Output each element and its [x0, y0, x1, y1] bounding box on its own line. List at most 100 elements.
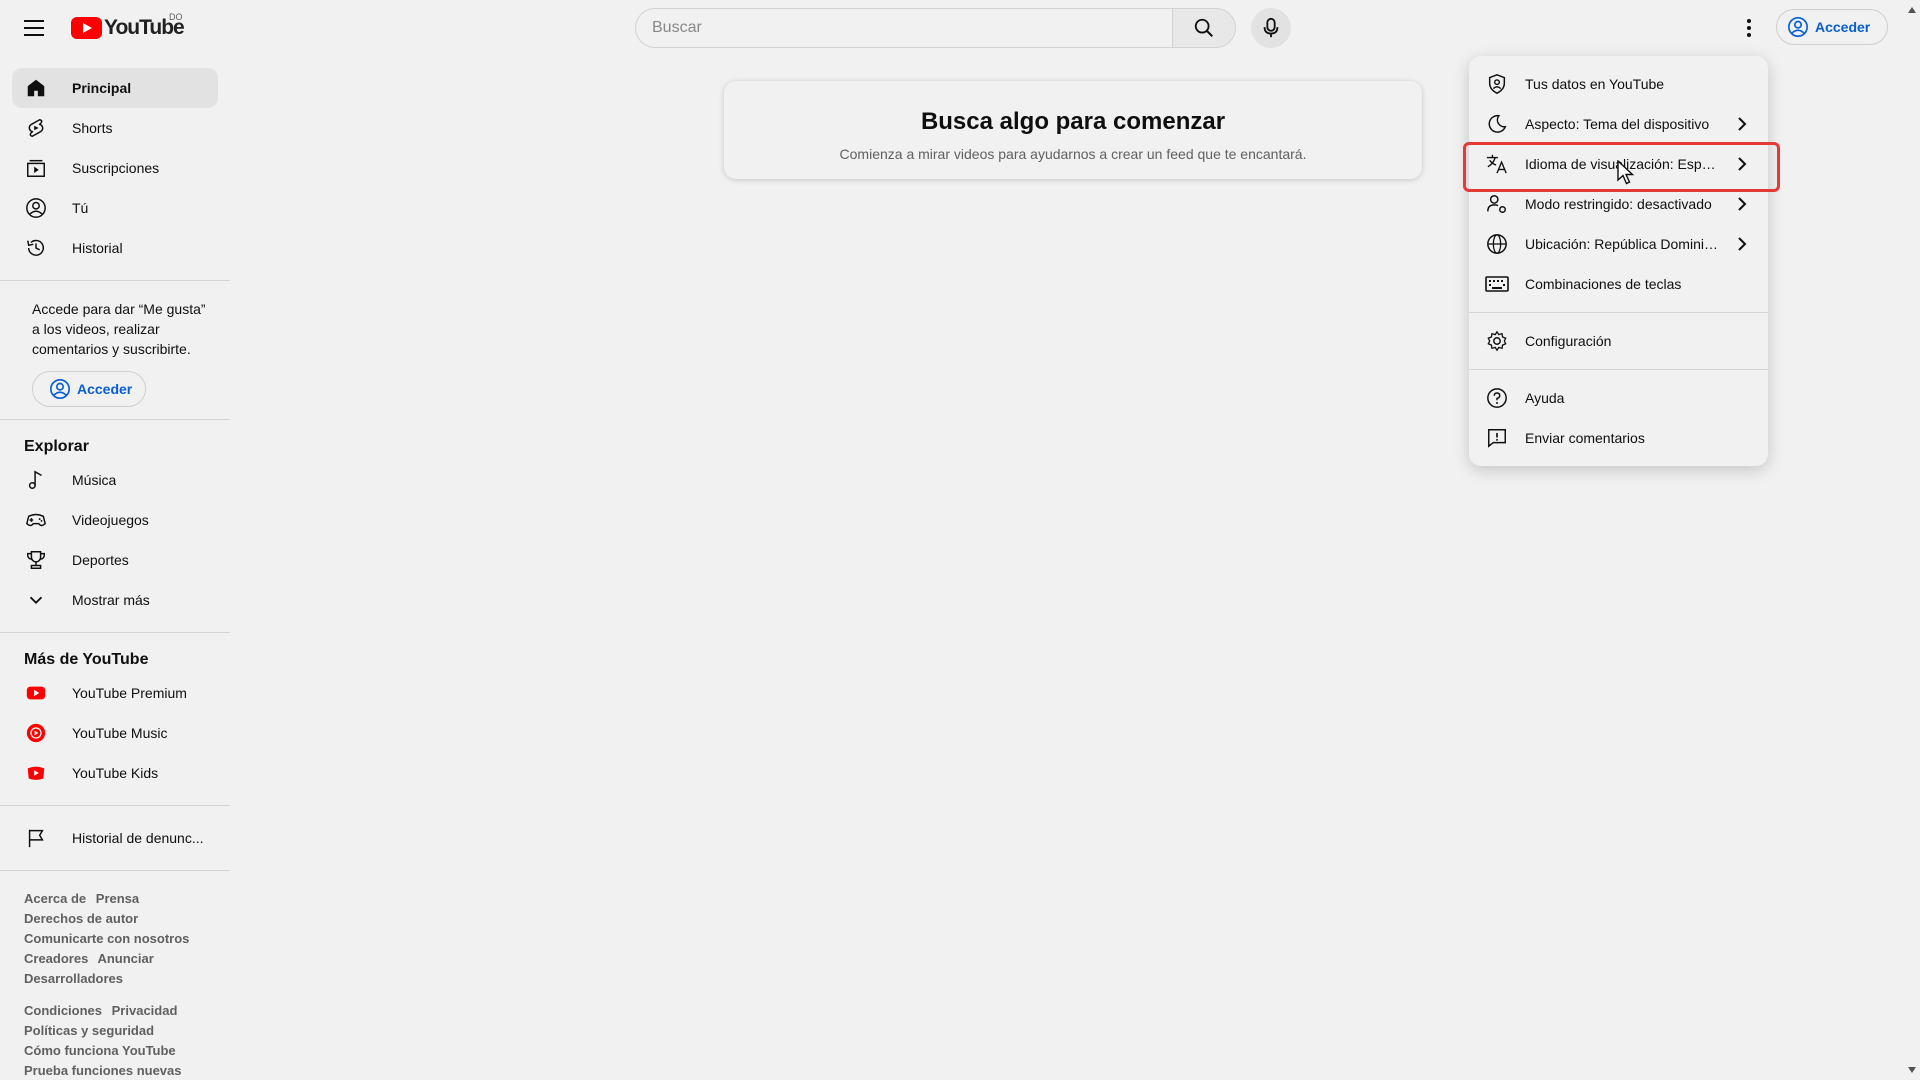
- gaming-icon: [24, 508, 48, 532]
- country-code: DO: [169, 12, 183, 22]
- sidebar-item-subscriptions[interactable]: Suscripciones: [12, 148, 218, 188]
- sidebar-item-label: Suscripciones: [72, 160, 160, 176]
- divider: [0, 632, 230, 633]
- sidebar-item-label: YouTube Music: [72, 725, 168, 741]
- sidebar-item-shorts[interactable]: Shorts: [12, 108, 218, 148]
- sidebar-item-label: Principal: [72, 80, 132, 96]
- settings-menu: Tus datos en YouTube Aspecto: Tema del d…: [1463, 56, 1780, 466]
- sidebar-item-gaming[interactable]: Videojuegos: [12, 500, 218, 540]
- footer-link-test-features[interactable]: Prueba funciones nuevas: [24, 1063, 182, 1078]
- moon-icon: [1485, 112, 1509, 136]
- sidebar-item-sports[interactable]: Deportes: [12, 540, 218, 580]
- microphone-icon: [1263, 17, 1279, 38]
- more-vert-icon: [1747, 19, 1751, 37]
- chevron-right-icon: [1730, 232, 1754, 256]
- scroll-down-arrow-icon[interactable]: [1908, 1066, 1916, 1074]
- empty-feed-subtitle: Comienza a mirar videos para ayudarnos a…: [839, 146, 1307, 162]
- sidebar-item-music[interactable]: Música: [12, 460, 218, 500]
- menu-item-label: Tus datos en YouTube: [1525, 76, 1665, 92]
- flag-icon: [24, 826, 48, 850]
- sidebar-item-label: YouTube Premium: [72, 685, 187, 701]
- sidebar-item-history[interactable]: Historial: [12, 228, 218, 268]
- footer-link-privacy[interactable]: Privacidad: [112, 1003, 178, 1018]
- sidebar-item-youtube-music[interactable]: YouTube Music: [12, 713, 218, 753]
- footer-link-press[interactable]: Prensa: [96, 891, 139, 906]
- footer-link-creators[interactable]: Creadores: [24, 951, 88, 966]
- chevron-right-icon: [1730, 192, 1754, 216]
- menu-item-settings[interactable]: Configuración: [1469, 321, 1768, 361]
- chevron-right-icon: [1730, 152, 1754, 176]
- signin-prompt-text: Accede para dar “Me gusta” a los videos,…: [32, 301, 206, 357]
- divider: [0, 870, 230, 871]
- menu-item-label: Aspecto: Tema del dispositivo: [1525, 116, 1710, 132]
- footer-link-contact[interactable]: Comunicarte con nosotros: [24, 931, 189, 946]
- search-input[interactable]: [652, 19, 1172, 37]
- chevron-right-icon: [1730, 112, 1754, 136]
- menu-item-send-feedback[interactable]: Enviar comentarios: [1469, 418, 1768, 458]
- sidebar-item-label: Historial de denunc...: [72, 830, 204, 846]
- voice-search-button[interactable]: [1251, 8, 1291, 48]
- mouse-cursor-icon: [1617, 160, 1635, 185]
- sidebar-item-label: Música: [72, 472, 117, 488]
- empty-feed-title: Busca algo para comenzar: [920, 108, 1226, 135]
- sidebar: Principal Shorts Suscripciones Tú Histor…: [0, 56, 230, 1080]
- sidebar-item-label: Videojuegos: [72, 512, 149, 528]
- menu-item-location[interactable]: Ubicación: República Dominicana: [1469, 224, 1768, 264]
- menu-divider: [1469, 312, 1768, 313]
- menu-item-keyboard-shortcuts[interactable]: Combinaciones de teclas: [1469, 264, 1768, 304]
- menu-item-label: Ubicación: República Dominicana: [1525, 236, 1721, 252]
- help-icon: [1485, 386, 1509, 410]
- sidebar-item-youtube-kids[interactable]: YouTube Kids: [12, 753, 218, 793]
- youtube-play-icon: [71, 17, 102, 39]
- restricted-mode-icon: [1485, 192, 1509, 216]
- signin-button[interactable]: Acceder: [1776, 9, 1888, 45]
- footer-links: Acerca de Prensa Derechos de autor Comun…: [0, 883, 230, 1080]
- youtube-logo[interactable]: YouTube DO: [71, 12, 185, 40]
- footer-link-advertise[interactable]: Anunciar: [97, 951, 153, 966]
- account-circle-icon: [1788, 17, 1808, 37]
- youtube-music-icon: [24, 721, 48, 745]
- settings-more-button[interactable]: [1733, 12, 1765, 44]
- subscriptions-icon: [24, 156, 48, 180]
- divider: [0, 805, 230, 806]
- footer-link-policies[interactable]: Políticas y seguridad: [24, 1023, 154, 1038]
- menu-item-label: Configuración: [1525, 333, 1612, 349]
- sidebar-item-label: YouTube Kids: [72, 765, 159, 781]
- sidebar-signin-button[interactable]: Acceder: [32, 371, 146, 407]
- sidebar-item-label: Deportes: [72, 552, 129, 568]
- you-icon: [24, 196, 48, 220]
- shorts-icon: [24, 116, 48, 140]
- sidebar-item-show-more[interactable]: Mostrar más: [12, 580, 218, 620]
- sidebar-item-you[interactable]: Tú: [12, 188, 218, 228]
- menu-item-label: Enviar comentarios: [1525, 430, 1645, 446]
- hamburger-menu-icon[interactable]: [20, 13, 50, 43]
- footer-link-about[interactable]: Acerca de: [24, 891, 86, 906]
- sidebar-item-youtube-premium[interactable]: YouTube Premium: [12, 673, 218, 713]
- page-scrollbar[interactable]: [1903, 0, 1920, 1080]
- empty-feed-card: Busca algo para comenzar Comienza a mira…: [724, 81, 1422, 179]
- sidebar-item-label: Tú: [72, 200, 89, 216]
- scroll-up-arrow-icon[interactable]: [1908, 6, 1916, 14]
- menu-item-your-data[interactable]: Tus datos en YouTube: [1469, 64, 1768, 104]
- footer-link-terms[interactable]: Condiciones: [24, 1003, 102, 1018]
- sidebar-item-label: Shorts: [72, 120, 113, 136]
- sidebar-item-report-history[interactable]: Historial de denunc...: [12, 818, 218, 858]
- menu-item-appearance[interactable]: Aspecto: Tema del dispositivo: [1469, 104, 1768, 144]
- music-icon: [24, 468, 48, 492]
- keyboard-icon: [1485, 272, 1509, 296]
- youtube-premium-icon: [24, 681, 48, 705]
- gear-icon: [1485, 329, 1509, 353]
- youtube-kids-icon: [24, 761, 48, 785]
- divider: [0, 419, 230, 420]
- menu-item-restricted-mode[interactable]: Modo restringido: desactivado: [1469, 184, 1768, 224]
- search-button[interactable]: [1172, 8, 1236, 48]
- footer-link-how-youtube-works[interactable]: Cómo funciona YouTube: [24, 1043, 176, 1058]
- menu-item-label: Ayuda: [1525, 390, 1565, 406]
- menu-item-label: Modo restringido: desactivado: [1525, 196, 1712, 212]
- footer-link-developers[interactable]: Desarrolladores: [24, 971, 123, 986]
- search-box[interactable]: [635, 8, 1173, 48]
- menu-item-help[interactable]: Ayuda: [1469, 378, 1768, 418]
- footer-link-copyright[interactable]: Derechos de autor: [24, 911, 138, 926]
- sidebar-item-principal[interactable]: Principal: [12, 68, 218, 108]
- home-icon: [24, 76, 48, 100]
